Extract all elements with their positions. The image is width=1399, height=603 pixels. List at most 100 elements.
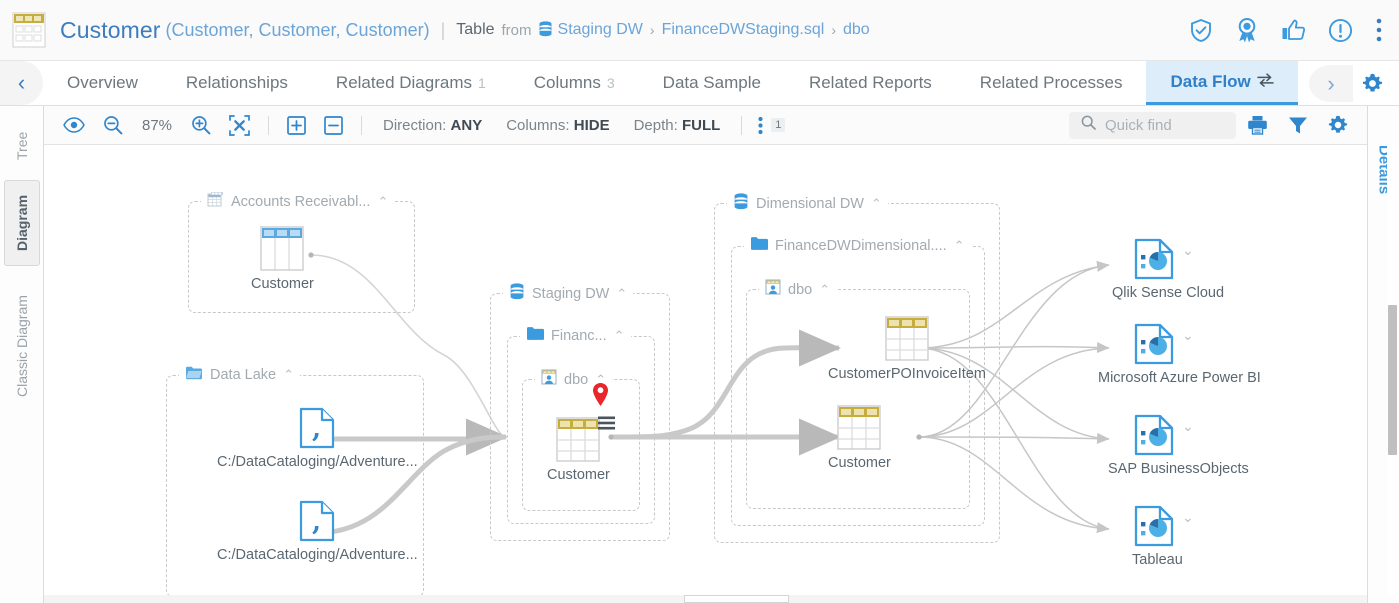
folder-icon: [526, 326, 544, 345]
node-staging-customer[interactable]: Customer: [547, 417, 610, 483]
group-staging-database-file[interactable]: Financ... ⌃: [507, 336, 655, 524]
shield-check-icon[interactable]: [1189, 18, 1213, 43]
group-dimensional-schema-dbo[interactable]: dbo ⌃: [746, 289, 970, 509]
database-icon: [538, 21, 553, 40]
group-header[interactable]: Accounts Receivabl... ⌃: [201, 191, 394, 213]
breadcrumb-file[interactable]: FinanceDWStaging.sql: [662, 21, 825, 39]
hamburger-menu-icon[interactable]: [597, 415, 616, 436]
breadcrumb-schema[interactable]: dbo: [843, 21, 870, 39]
tabs-scroll-left-button[interactable]: ‹: [0, 61, 43, 105]
award-ribbon-icon[interactable]: [1235, 17, 1259, 43]
warning-circle-icon[interactable]: [1328, 18, 1353, 43]
group-header[interactable]: dbo ⌃: [759, 279, 836, 300]
chevron-up-icon[interactable]: ⌃: [616, 286, 627, 302]
toolbar-divider: [741, 116, 742, 135]
chevron-down-icon[interactable]: ⌄: [1182, 509, 1194, 526]
chevron-up-icon[interactable]: ⌃: [377, 194, 388, 210]
group-header[interactable]: Dimensional DW ⌃: [727, 193, 888, 215]
group-accounts-receivable[interactable]: Accounts Receivabl... ⌃: [188, 201, 415, 313]
chevron-down-icon[interactable]: ⌄: [1182, 418, 1194, 435]
group-staging-dw[interactable]: Staging DW ⌃ Financ... ⌃: [490, 293, 670, 541]
node-report-sap-businessobjects[interactable]: ⌄ SAP BusinessObjects: [1112, 414, 1249, 477]
thumbs-up-icon[interactable]: [1281, 18, 1306, 43]
node-dimensional-customer[interactable]: Customer: [828, 405, 891, 471]
tab-relationships[interactable]: Relationships: [162, 61, 312, 105]
scrollbar-thumb[interactable]: [1388, 305, 1397, 455]
table-icon: [260, 226, 304, 271]
gear-icon[interactable]: [1353, 61, 1391, 106]
group-header[interactable]: Staging DW ⌃: [503, 283, 633, 305]
depth-option[interactable]: Depth: FULL: [622, 117, 733, 134]
search-input[interactable]: Quick find: [1069, 112, 1236, 139]
node-lake-file-2[interactable]: , C:/DataCataloging/Adventure...: [217, 500, 418, 563]
chevron-up-icon[interactable]: ⌃: [283, 367, 294, 383]
zoom-out-icon[interactable]: [94, 106, 132, 145]
tab-data-flow[interactable]: Data Flow: [1146, 61, 1297, 105]
node-report-microsoft-azure-power-bi[interactable]: ⌄ Microsoft Azure Power BI: [1112, 323, 1261, 386]
chevron-down-icon[interactable]: ⌄: [1182, 242, 1194, 259]
tab-label: Data Flow: [1170, 72, 1250, 92]
database-icon: [509, 283, 525, 305]
columns-value: HIDE: [574, 117, 610, 134]
tab-related-diagrams[interactable]: Related Diagrams 1: [312, 61, 510, 105]
folder-open-icon: [185, 365, 203, 385]
tab-columns[interactable]: Columns 3: [510, 61, 639, 105]
scrollbar-thumb[interactable]: [684, 595, 789, 603]
node-report-qlik-sense-cloud[interactable]: ⌄ Qlik Sense Cloud: [1112, 238, 1224, 301]
lineage-diagram-canvas[interactable]: Accounts Receivabl... ⌃: [44, 145, 1367, 595]
columns-option[interactable]: Columns: HIDE: [494, 117, 621, 134]
group-staging-schema-dbo[interactable]: dbo ⌃: [522, 379, 640, 511]
chevron-up-icon[interactable]: ⌃: [819, 282, 830, 298]
node-label: Microsoft Azure Power BI: [1098, 370, 1261, 386]
group-dimensional-database-file[interactable]: FinanceDWDimensional.... ⌃: [731, 246, 985, 526]
collapse-all-icon[interactable]: [315, 106, 352, 145]
view-mode-rail: Tree Diagram Classic Diagram: [0, 106, 44, 603]
eye-icon[interactable]: [54, 106, 94, 145]
chevron-down-icon[interactable]: ⌄: [1182, 327, 1194, 344]
zoom-in-icon[interactable]: [182, 106, 220, 145]
chevron-up-icon[interactable]: ⌃: [871, 196, 882, 212]
more-vertical-icon[interactable]: [1375, 17, 1383, 43]
map-pin-icon: [592, 382, 609, 412]
filter-icon[interactable]: [1279, 106, 1317, 145]
group-label: Dimensional DW: [756, 196, 864, 212]
node-lake-file-1[interactable]: , C:/DataCataloging/Adventure...: [217, 407, 418, 470]
node-report-tableau[interactable]: ⌄ Tableau: [1112, 505, 1183, 568]
sidebar-item-classic-diagram[interactable]: Classic Diagram: [4, 276, 40, 416]
sidebar-item-diagram[interactable]: Diagram: [4, 180, 40, 266]
print-icon[interactable]: [1238, 106, 1277, 145]
canvas-vertical-scrollbar[interactable]: [1387, 145, 1399, 595]
fit-to-screen-icon[interactable]: [220, 106, 259, 145]
group-label: Staging DW: [532, 286, 609, 302]
group-data-lake[interactable]: Data Lake ⌃ , C:/DataCataloging/Adventur…: [166, 375, 424, 595]
node-label: Customer: [251, 276, 314, 292]
tab-related-processes[interactable]: Related Processes: [956, 61, 1147, 105]
group-header[interactable]: Data Lake ⌃: [179, 365, 300, 385]
node-ar-customer[interactable]: Customer: [251, 226, 314, 292]
tab-label: Related Reports: [809, 73, 932, 93]
breadcrumb-database[interactable]: Staging DW: [558, 21, 643, 39]
tabs-scroll-right-button[interactable]: ›: [1309, 65, 1353, 102]
report-icon: [1134, 505, 1174, 547]
gear-icon[interactable]: [1319, 106, 1357, 145]
canvas-horizontal-scrollbar[interactable]: [44, 595, 1367, 603]
table-icon: [885, 316, 929, 361]
chevron-up-icon[interactable]: ⌃: [614, 328, 625, 344]
tab-data-sample[interactable]: Data Sample: [639, 61, 785, 105]
tab-overview[interactable]: Overview: [43, 61, 162, 105]
group-header[interactable]: Financ... ⌃: [520, 326, 631, 345]
report-icon: [1134, 238, 1174, 280]
chevron-up-icon[interactable]: ⌃: [954, 238, 965, 254]
sidebar-item-tree[interactable]: Tree: [4, 120, 40, 172]
expand-all-icon[interactable]: [278, 106, 315, 145]
node-customer-po-invoice-item[interactable]: CustomerPOInvoiceItem: [828, 316, 986, 382]
svg-text:,: ,: [312, 414, 321, 444]
group-header[interactable]: FinanceDWDimensional.... ⌃: [744, 236, 971, 255]
tab-related-reports[interactable]: Related Reports: [785, 61, 956, 105]
zoom-level[interactable]: 87%: [132, 117, 182, 134]
more-vertical-icon[interactable]: [751, 106, 768, 145]
toolbar-divider: [361, 116, 362, 135]
search-placeholder: Quick find: [1105, 117, 1172, 134]
direction-option[interactable]: Direction: ANY: [371, 117, 494, 134]
group-dimensional-dw[interactable]: Dimensional DW ⌃ FinanceDWDimensional...…: [714, 203, 1000, 543]
